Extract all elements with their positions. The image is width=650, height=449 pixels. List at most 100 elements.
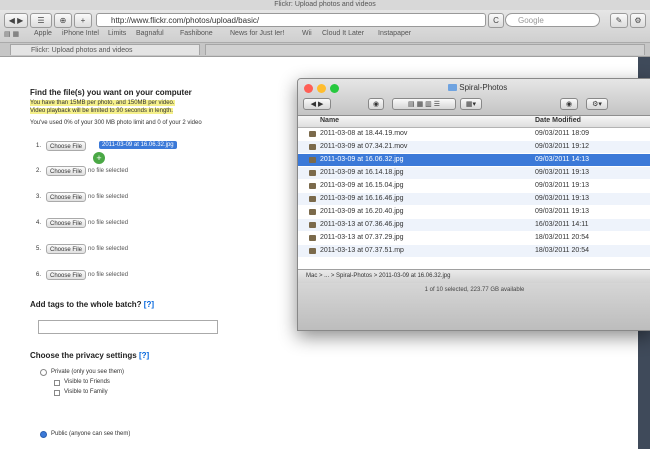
privacy-heading: Choose the privacy settings [?] (30, 351, 149, 360)
quicklook-icon[interactable]: ◉ (560, 98, 578, 110)
settings-icon[interactable]: ⚙ (630, 13, 646, 28)
drag-add-icon: + (93, 152, 105, 164)
bookmarks-bar: ▤ ▦ Apple iPhone Intel Limits Bagnaful F… (0, 28, 650, 41)
name-column-header[interactable]: Name (320, 117, 339, 124)
friends-label: Visible to Friends (64, 379, 110, 385)
minimize-icon[interactable] (317, 84, 326, 93)
choose-file-button[interactable]: Choose File (46, 244, 87, 254)
list-header: Name Date Modified (298, 116, 650, 128)
bookmark-item[interactable]: Instapaper (378, 30, 411, 37)
search-input[interactable]: Google (505, 13, 600, 27)
bookmark-item[interactable]: Apple (34, 30, 52, 37)
file-list: Name Date Modified 2011-03-08 at 18.44.1… (298, 116, 650, 269)
finder-window: Spiral-Photos ◀ ▶ ◉ ▤ ▦ ▥ ☰ ▦▾ ◉ ⚙▾ Name… (297, 78, 650, 331)
zoom-icon[interactable] (330, 84, 339, 93)
file-date: 09/03/2011 19:13 (535, 195, 589, 202)
file-row[interactable]: 2011-03-13 at 07.37.29.jpg 18/03/2011 20:… (298, 232, 650, 244)
choose-file-button[interactable]: Choose File (46, 192, 87, 202)
close-icon[interactable] (304, 84, 313, 93)
bookmark-item[interactable]: Fashibone (180, 30, 213, 37)
bookmark-item[interactable]: iPhone Intel (62, 30, 99, 37)
file-date: 09/03/2011 18:09 (535, 130, 589, 137)
choose-file-button[interactable]: Choose File (46, 270, 87, 280)
file-row[interactable]: 2011-03-13 at 07.37.51.mp 18/03/2011 20:5… (298, 245, 650, 257)
choose-file-button[interactable]: Choose File (46, 166, 87, 176)
bookmark-item[interactable]: Wii (302, 30, 312, 37)
file-name: 2011-03-09 at 16.20.40.jpg (320, 208, 404, 215)
tags-heading: Add tags to the whole batch? [?] (30, 300, 154, 309)
privacy-heading-text: Choose the privacy settings (30, 351, 137, 360)
file-name: 2011-03-13 at 07.36.46.jpg (320, 221, 404, 228)
file-date: 09/03/2011 19:13 (535, 182, 589, 189)
date-column-header[interactable]: Date Modified (535, 117, 581, 124)
folder-icon (448, 84, 457, 92)
add-icon[interactable]: + (74, 13, 92, 28)
no-file-label: no file selected (88, 246, 129, 252)
window-title: Flickr: Upload photos and videos (274, 1, 376, 8)
family-label: Visible to Family (64, 389, 108, 395)
status-text: 1 of 10 selected, 223.77 GB available (424, 287, 525, 293)
arrange-button[interactable]: ▦▾ (460, 98, 482, 110)
family-checkbox[interactable] (54, 390, 60, 396)
choose-file-button[interactable]: Choose File (46, 218, 87, 228)
file-row[interactable]: 2011-03-09 at 07.34.21.mov 09/03/2011 19:… (298, 141, 650, 153)
view-mode-buttons[interactable]: ▤ ▦ ▥ ☰ (392, 98, 456, 110)
file-date: 16/03/2011 14:11 (535, 221, 589, 228)
action-gear-icon[interactable]: ⚙▾ (586, 98, 608, 110)
friends-checkbox[interactable] (54, 380, 60, 386)
file-icon (309, 222, 316, 228)
file-date: 09/03/2011 14:13 (535, 156, 589, 163)
bookmarks-icon[interactable]: ▤ ▦ (4, 30, 19, 38)
file-icon (309, 209, 316, 215)
path-text[interactable]: Mac > ... > Spiral-Photos > 2011-03-09 a… (298, 273, 450, 279)
bookmarks-icon[interactable]: ☰ (30, 13, 52, 28)
no-file-label: no file selected (88, 194, 129, 200)
bookmark-item[interactable]: Limits (108, 30, 126, 37)
private-radio[interactable] (40, 369, 47, 376)
downloads-icon[interactable]: ✎ (610, 13, 628, 28)
file-row[interactable]: 2011-03-09 at 16.16.46.jpg 09/03/2011 19:… (298, 193, 650, 205)
file-date: 09/03/2011 19:13 (535, 208, 589, 215)
tags-help-link[interactable]: [?] (144, 300, 154, 309)
reload-icon[interactable]: C (488, 13, 504, 28)
file-row[interactable]: 2011-03-09 at 16.20.40.jpg 09/03/2011 19:… (298, 206, 650, 218)
file-name: 2011-03-09 at 07.34.21.mov (320, 143, 408, 150)
file-row[interactable]: 2011-03-08 at 18.44.19.mov 09/03/2011 18:… (298, 128, 650, 140)
back-forward-button[interactable]: ◀ ▶ (303, 98, 331, 110)
selected-file-label: 2011-03-09 at 16.06.32.jpg (99, 141, 177, 149)
tags-heading-text: Add tags to the whole batch? (30, 300, 142, 309)
file-name: 2011-03-13 at 07.37.29.jpg (320, 234, 404, 241)
no-file-label: no file selected (88, 168, 129, 174)
file-icon (309, 183, 316, 189)
file-icon (309, 157, 316, 163)
private-label: Private (only you see them) (51, 369, 125, 375)
file-name: 2011-03-09 at 16.16.46.jpg (320, 195, 404, 202)
finder-toolbar: Spiral-Photos ◀ ▶ ◉ ▤ ▦ ▥ ☰ ▦▾ ◉ ⚙▾ (298, 79, 650, 116)
file-row[interactable]: 2011-03-13 at 07.36.46.jpg 16/03/2011 14:… (298, 219, 650, 231)
bookmark-item[interactable]: Cloud It Later (322, 30, 364, 37)
tags-input[interactable] (38, 320, 218, 334)
file-row[interactable]: 2011-03-09 at 16.06.32.jpg 09/03/2011 14:… (298, 154, 650, 166)
row-number: 1. (36, 143, 42, 149)
tab-flickr-upload[interactable]: Flickr: Upload photos and videos (10, 44, 200, 55)
file-row[interactable]: 2011-03-09 at 16.14.18.jpg 09/03/2011 19:… (298, 167, 650, 179)
public-radio[interactable] (40, 431, 47, 438)
file-icon (309, 235, 316, 241)
privacy-help-link[interactable]: [?] (139, 351, 149, 360)
choose-file-button[interactable]: Choose File (46, 141, 87, 151)
file-rows: 2011-03-08 at 18.44.19.mov 09/03/2011 18:… (298, 128, 650, 269)
file-name: 2011-03-09 at 16.06.32.jpg (320, 156, 404, 163)
file-row[interactable]: 2011-03-09 at 16.15.04.jpg 09/03/2011 19:… (298, 180, 650, 192)
finder-title: Spiral-Photos (448, 83, 507, 92)
bookmark-item[interactable]: Bagnaful (136, 30, 164, 37)
share-icon[interactable]: ⊕ (54, 13, 72, 28)
tab-empty[interactable] (205, 44, 645, 55)
no-file-label: no file selected (88, 272, 129, 278)
path-bar: Mac > ... > Spiral-Photos > 2011-03-09 a… (298, 269, 650, 283)
bookmark-item[interactable]: News for Just Ier! (230, 30, 284, 37)
back-forward-button[interactable]: ◀ ▶ (4, 13, 28, 28)
address-bar[interactable]: http://www.flickr.com/photos/upload/basi… (96, 13, 486, 27)
file-name: 2011-03-09 at 16.15.04.jpg (320, 182, 404, 189)
video-limit-text: Video playback will be limited to 90 sec… (30, 108, 173, 114)
eye-icon[interactable]: ◉ (368, 98, 384, 110)
